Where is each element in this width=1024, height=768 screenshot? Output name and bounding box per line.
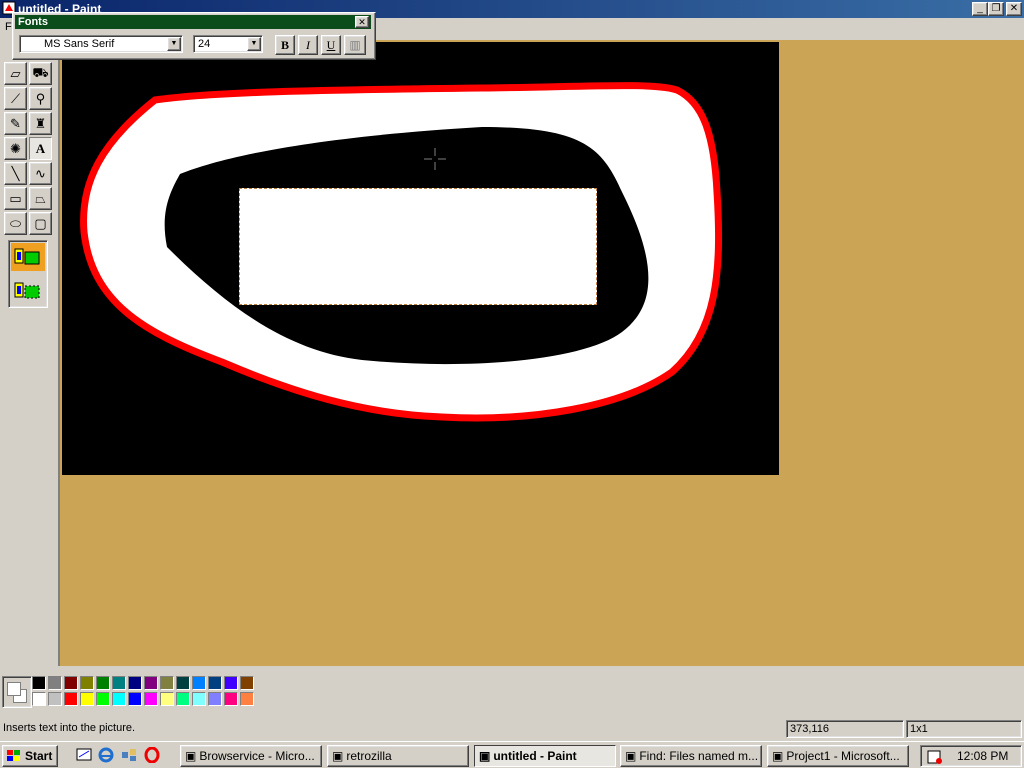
- polygon-tool-icon[interactable]: ⏢: [29, 187, 52, 210]
- taskbar-button[interactable]: ▣ Find: Files named m...: [620, 745, 762, 767]
- palette-color-swatch[interactable]: [48, 676, 62, 690]
- status-selection-size: 1x1: [906, 720, 1022, 738]
- tool-options-box: [8, 240, 48, 308]
- palette-color-swatch[interactable]: [128, 676, 142, 690]
- fonts-title: Fonts: [18, 16, 48, 28]
- palette-color-swatch[interactable]: [80, 692, 94, 706]
- taskbar-button-label: Find: Files named m...: [639, 749, 759, 763]
- palette-color-swatch[interactable]: [32, 676, 46, 690]
- magnifier-tool-icon[interactable]: ⚲: [29, 87, 52, 110]
- palette-color-swatch[interactable]: [48, 692, 62, 706]
- rounded-rectangle-tool-icon[interactable]: ▢: [29, 212, 52, 235]
- taskbar-button[interactable]: ▣ Browservice - Micro...: [180, 745, 322, 767]
- opera-browser-icon[interactable]: [144, 747, 160, 763]
- palette-color-swatch[interactable]: [112, 692, 126, 706]
- ellipse-tool-icon[interactable]: ⬭: [4, 212, 27, 235]
- font-name-value: MS Sans Serif: [44, 38, 115, 50]
- fonts-close-button[interactable]: ✕: [355, 16, 369, 28]
- font-size-select[interactable]: 24 ▼: [193, 35, 263, 53]
- menu-file[interactable]: F: [5, 21, 12, 33]
- palette-color-swatch[interactable]: [160, 692, 174, 706]
- transparent-background-option-icon[interactable]: [11, 277, 45, 305]
- taskbar-button[interactable]: ▣ untitled - Paint: [474, 745, 616, 767]
- font-name-select[interactable]: MS Sans Serif ▼: [19, 35, 183, 53]
- palette-color-swatch[interactable]: [144, 676, 158, 690]
- chevron-down-icon[interactable]: ▼: [167, 37, 181, 51]
- show-desktop-icon[interactable]: [76, 747, 92, 763]
- palette-color-swatch[interactable]: [160, 676, 174, 690]
- vertical-text-button-icon[interactable]: ▥: [344, 35, 366, 55]
- palette-color-swatch[interactable]: [112, 676, 126, 690]
- palette-color-swatch[interactable]: [192, 692, 206, 706]
- status-bar: Inserts text into the picture. 373,116 1…: [0, 718, 1024, 740]
- clock[interactable]: 12:08 PM: [957, 749, 1008, 763]
- palette-color-swatch[interactable]: [224, 692, 238, 706]
- find-files-icon: ▣: [625, 749, 637, 763]
- taskbar: Start 12:08 PM ▣ Browservice - Micro... ▣ r…: [0, 741, 1024, 768]
- taskbar-button-label: Project1 - Microsoft...: [786, 749, 900, 763]
- fill-tool-icon[interactable]: ⛟: [29, 62, 52, 85]
- rectangle-tool-icon[interactable]: ▭: [4, 187, 27, 210]
- palette-color-swatch[interactable]: [240, 676, 254, 690]
- palette-color-swatch[interactable]: [96, 692, 110, 706]
- palette-color-swatch[interactable]: [64, 692, 78, 706]
- fonts-title-bar[interactable]: Fonts ✕: [15, 15, 371, 29]
- foreground-color-swatch: [7, 682, 21, 696]
- pencil-tool-icon[interactable]: ✎: [4, 112, 27, 135]
- italic-button[interactable]: I: [298, 35, 318, 55]
- palette-color-swatch[interactable]: [176, 676, 190, 690]
- drawing-canvas[interactable]: [62, 42, 779, 475]
- chevron-down-icon[interactable]: ▼: [247, 37, 261, 51]
- palette-color-swatch[interactable]: [144, 692, 158, 706]
- underline-button[interactable]: U: [321, 35, 341, 55]
- taskbar-button[interactable]: ▣ Project1 - Microsoft...: [767, 745, 909, 767]
- palette-color-swatch[interactable]: [32, 692, 46, 706]
- palette-color-swatch[interactable]: [208, 676, 222, 690]
- palette-color-swatch[interactable]: [192, 676, 206, 690]
- line-tool-icon[interactable]: ╲: [4, 162, 27, 185]
- taskbar-button-label: Browservice - Micro...: [199, 749, 315, 763]
- opaque-background-option-icon[interactable]: [11, 243, 45, 271]
- start-button[interactable]: Start: [2, 745, 58, 767]
- brush-tool-icon[interactable]: ♜: [29, 112, 52, 135]
- bold-button[interactable]: B: [275, 35, 295, 55]
- system-tray: 12:08 PM: [920, 745, 1022, 767]
- palette-color-swatch[interactable]: [128, 692, 142, 706]
- fonts-toolbar-window[interactable]: Fonts ✕ MS Sans Serif ▼ 24 ▼ B I U ▥: [12, 12, 376, 60]
- crosshair-cursor-icon: [424, 148, 446, 170]
- internet-explorer-icon[interactable]: [98, 747, 114, 763]
- windows-logo-icon: [7, 750, 20, 761]
- palette-color-swatch[interactable]: [176, 692, 190, 706]
- visual-basic-icon: ▣: [772, 749, 784, 763]
- restore-button[interactable]: ❐: [988, 2, 1004, 16]
- color-picker-tool-icon[interactable]: ⟋: [4, 87, 27, 110]
- palette-color-swatch[interactable]: [80, 676, 94, 690]
- folder-icon: ▣: [332, 749, 344, 763]
- palette-color-swatch[interactable]: [96, 676, 110, 690]
- airbrush-tool-icon[interactable]: ✺: [4, 137, 27, 160]
- palette-color-swatch[interactable]: [240, 692, 254, 706]
- paint-app-icon: ▣: [479, 749, 491, 763]
- status-coordinates: 373,116: [786, 720, 904, 738]
- eraser-tool-icon[interactable]: ▱: [4, 62, 27, 85]
- text-insertion-box[interactable]: [239, 188, 597, 305]
- start-label: Start: [25, 749, 53, 763]
- curve-tool-icon[interactable]: ∿: [29, 162, 52, 185]
- palette-color-swatch[interactable]: [64, 676, 78, 690]
- palette-color-swatch[interactable]: [224, 676, 238, 690]
- minimize-button[interactable]: _: [972, 2, 988, 16]
- close-button[interactable]: ✕: [1006, 2, 1022, 16]
- text-tool-icon[interactable]: A: [29, 137, 52, 160]
- color-palette: [0, 672, 260, 712]
- current-colors-indicator: [2, 676, 32, 708]
- palette-color-swatch[interactable]: [208, 692, 222, 706]
- font-size-value: 24: [198, 38, 211, 50]
- browser-window-icon: ▣: [185, 749, 197, 763]
- status-message: Inserts text into the picture.: [3, 722, 136, 734]
- taskbar-button-label: retrozilla: [346, 749, 392, 763]
- network-icon[interactable]: [121, 747, 137, 763]
- scheduler-tray-icon[interactable]: [927, 749, 943, 765]
- taskbar-button[interactable]: ▣ retrozilla: [327, 745, 469, 767]
- taskbar-button-label: untitled - Paint: [493, 749, 577, 763]
